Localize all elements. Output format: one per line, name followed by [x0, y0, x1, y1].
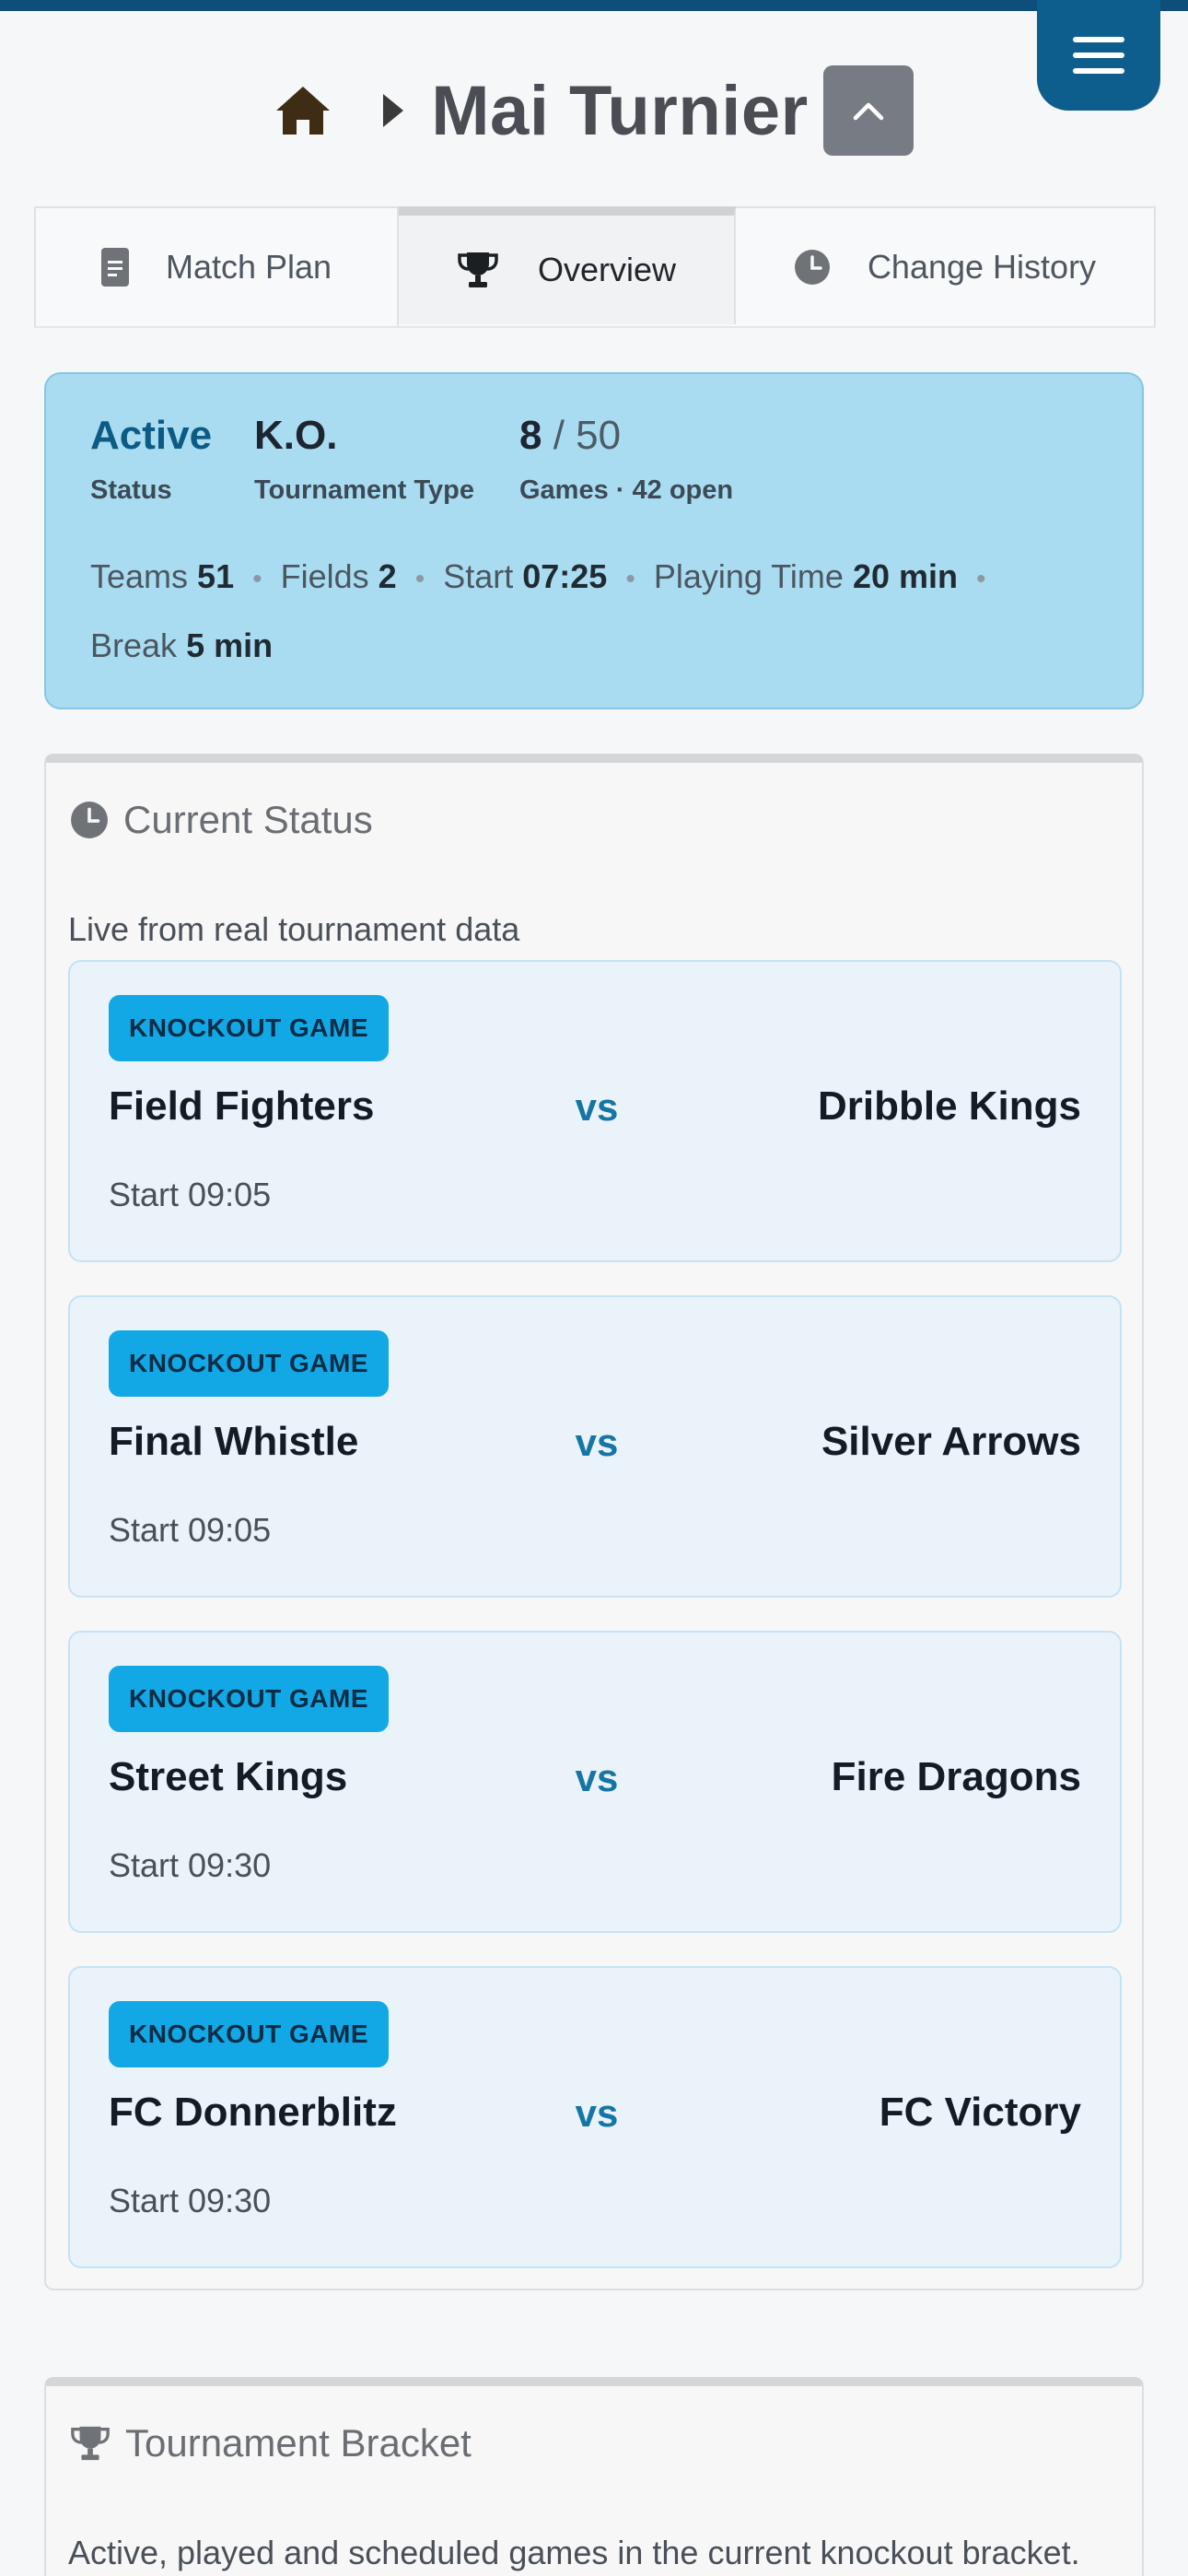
tab-bar: Match Plan Overview Change History — [34, 206, 1156, 328]
tournament-summary-card: Active Status K.O. Tournament Type 8 / 5… — [44, 372, 1144, 709]
page-title: Mai Turnier — [431, 71, 809, 150]
game-start-time: Start 09:05 — [109, 1511, 272, 1549]
break-label: Break — [90, 626, 178, 664]
fields-value: 2 — [378, 557, 397, 595]
games-total: 50 — [576, 413, 622, 458]
tournament-bracket-title: Tournament Bracket — [125, 2421, 472, 2465]
playing-time-label: Playing Time — [653, 557, 844, 595]
away-team: FC Victory — [879, 2090, 1081, 2135]
status-value: Active — [90, 413, 213, 458]
status-block: Active Status — [90, 413, 212, 506]
fields-label: Fields — [280, 557, 369, 595]
tab-change-history[interactable]: Change History — [736, 208, 1154, 326]
collapse-button[interactable] — [822, 65, 914, 156]
document-icon — [100, 248, 129, 287]
games-separator: / — [542, 413, 577, 458]
break-value: 5 min — [186, 626, 274, 664]
start-value: 07:25 — [522, 557, 608, 595]
tab-label: Overview — [537, 251, 677, 288]
page-header: Mai Turnier — [0, 55, 1188, 166]
tournament-bracket-subtitle: Active, played and scheduled games in th… — [68, 2534, 1080, 2571]
away-team: Fire Dragons — [831, 1754, 1081, 1799]
tab-match-plan[interactable]: Match Plan — [36, 208, 399, 326]
away-team: Silver Arrows — [821, 1419, 1081, 1464]
panel-title: Current Status — [70, 798, 373, 842]
tab-overview[interactable]: Overview — [399, 206, 736, 324]
tournament-bracket-panel: Tournament Bracket Active, played and sc… — [44, 2377, 1144, 2576]
home-icon[interactable] — [274, 85, 332, 136]
game-type-badge: KNOCKOUT GAME — [109, 995, 389, 1061]
playing-time-value: 20 min — [852, 557, 958, 595]
clock-icon — [794, 250, 830, 285]
game-start-time: Start 09:30 — [109, 2182, 272, 2219]
clock-icon — [71, 802, 108, 838]
teams-value: 51 — [197, 557, 235, 595]
games-count: 8 / 50 — [519, 413, 733, 459]
game-start-time: Start 09:30 — [109, 1846, 272, 1884]
tournament-stats: Teams 51 • Fields 2 • Start 07:25 • Playing Ti… — [90, 557, 986, 664]
trophy-icon — [458, 252, 498, 287]
games-played: 8 — [519, 413, 542, 458]
tournament-type-label: Tournament Type — [254, 475, 474, 505]
current-status-subtitle: Live from real tournament data — [68, 910, 520, 948]
panel-title: Tournament Bracket — [70, 2421, 472, 2465]
tournament-type-value: K.O. — [254, 413, 338, 458]
current-status-title: Current Status — [123, 798, 373, 841]
game-card[interactable]: KNOCKOUT GAME FC Donnerblitz vs FC Victo… — [68, 1966, 1122, 2268]
games-block: 8 / 50 Games · 42 open — [519, 413, 733, 506]
chevron-right-icon — [383, 94, 404, 127]
game-card[interactable]: KNOCKOUT GAME Field Fighters vs Dribble … — [68, 960, 1122, 1262]
game-type-badge: KNOCKOUT GAME — [109, 2001, 389, 2067]
game-card[interactable]: KNOCKOUT GAME Final Whistle vs Silver Ar… — [68, 1295, 1122, 1598]
tournament-type-block: K.O. Tournament Type — [254, 413, 474, 506]
current-status-panel: Current Status Live from real tournament… — [44, 754, 1144, 2290]
game-card[interactable]: KNOCKOUT GAME Street Kings vs Fire Drago… — [68, 1631, 1122, 1933]
status-label: Status — [90, 475, 172, 505]
tab-label: Change History — [867, 248, 1097, 286]
teams-label: Teams — [90, 557, 189, 595]
game-type-badge: KNOCKOUT GAME — [109, 1666, 389, 1732]
games-label: Games · 42 open — [519, 475, 734, 505]
game-start-time: Start 09:05 — [109, 1176, 272, 1213]
start-label: Start — [443, 557, 514, 595]
tab-label: Match Plan — [165, 248, 332, 286]
top-accent-bar — [0, 0, 1188, 11]
game-type-badge: KNOCKOUT GAME — [109, 1330, 389, 1397]
chevron-up-icon — [853, 102, 883, 121]
trophy-icon — [71, 2426, 110, 2461]
live-games-list: KNOCKOUT GAME Field Fighters vs Dribble … — [68, 960, 1122, 2301]
away-team: Dribble Kings — [817, 1083, 1081, 1129]
